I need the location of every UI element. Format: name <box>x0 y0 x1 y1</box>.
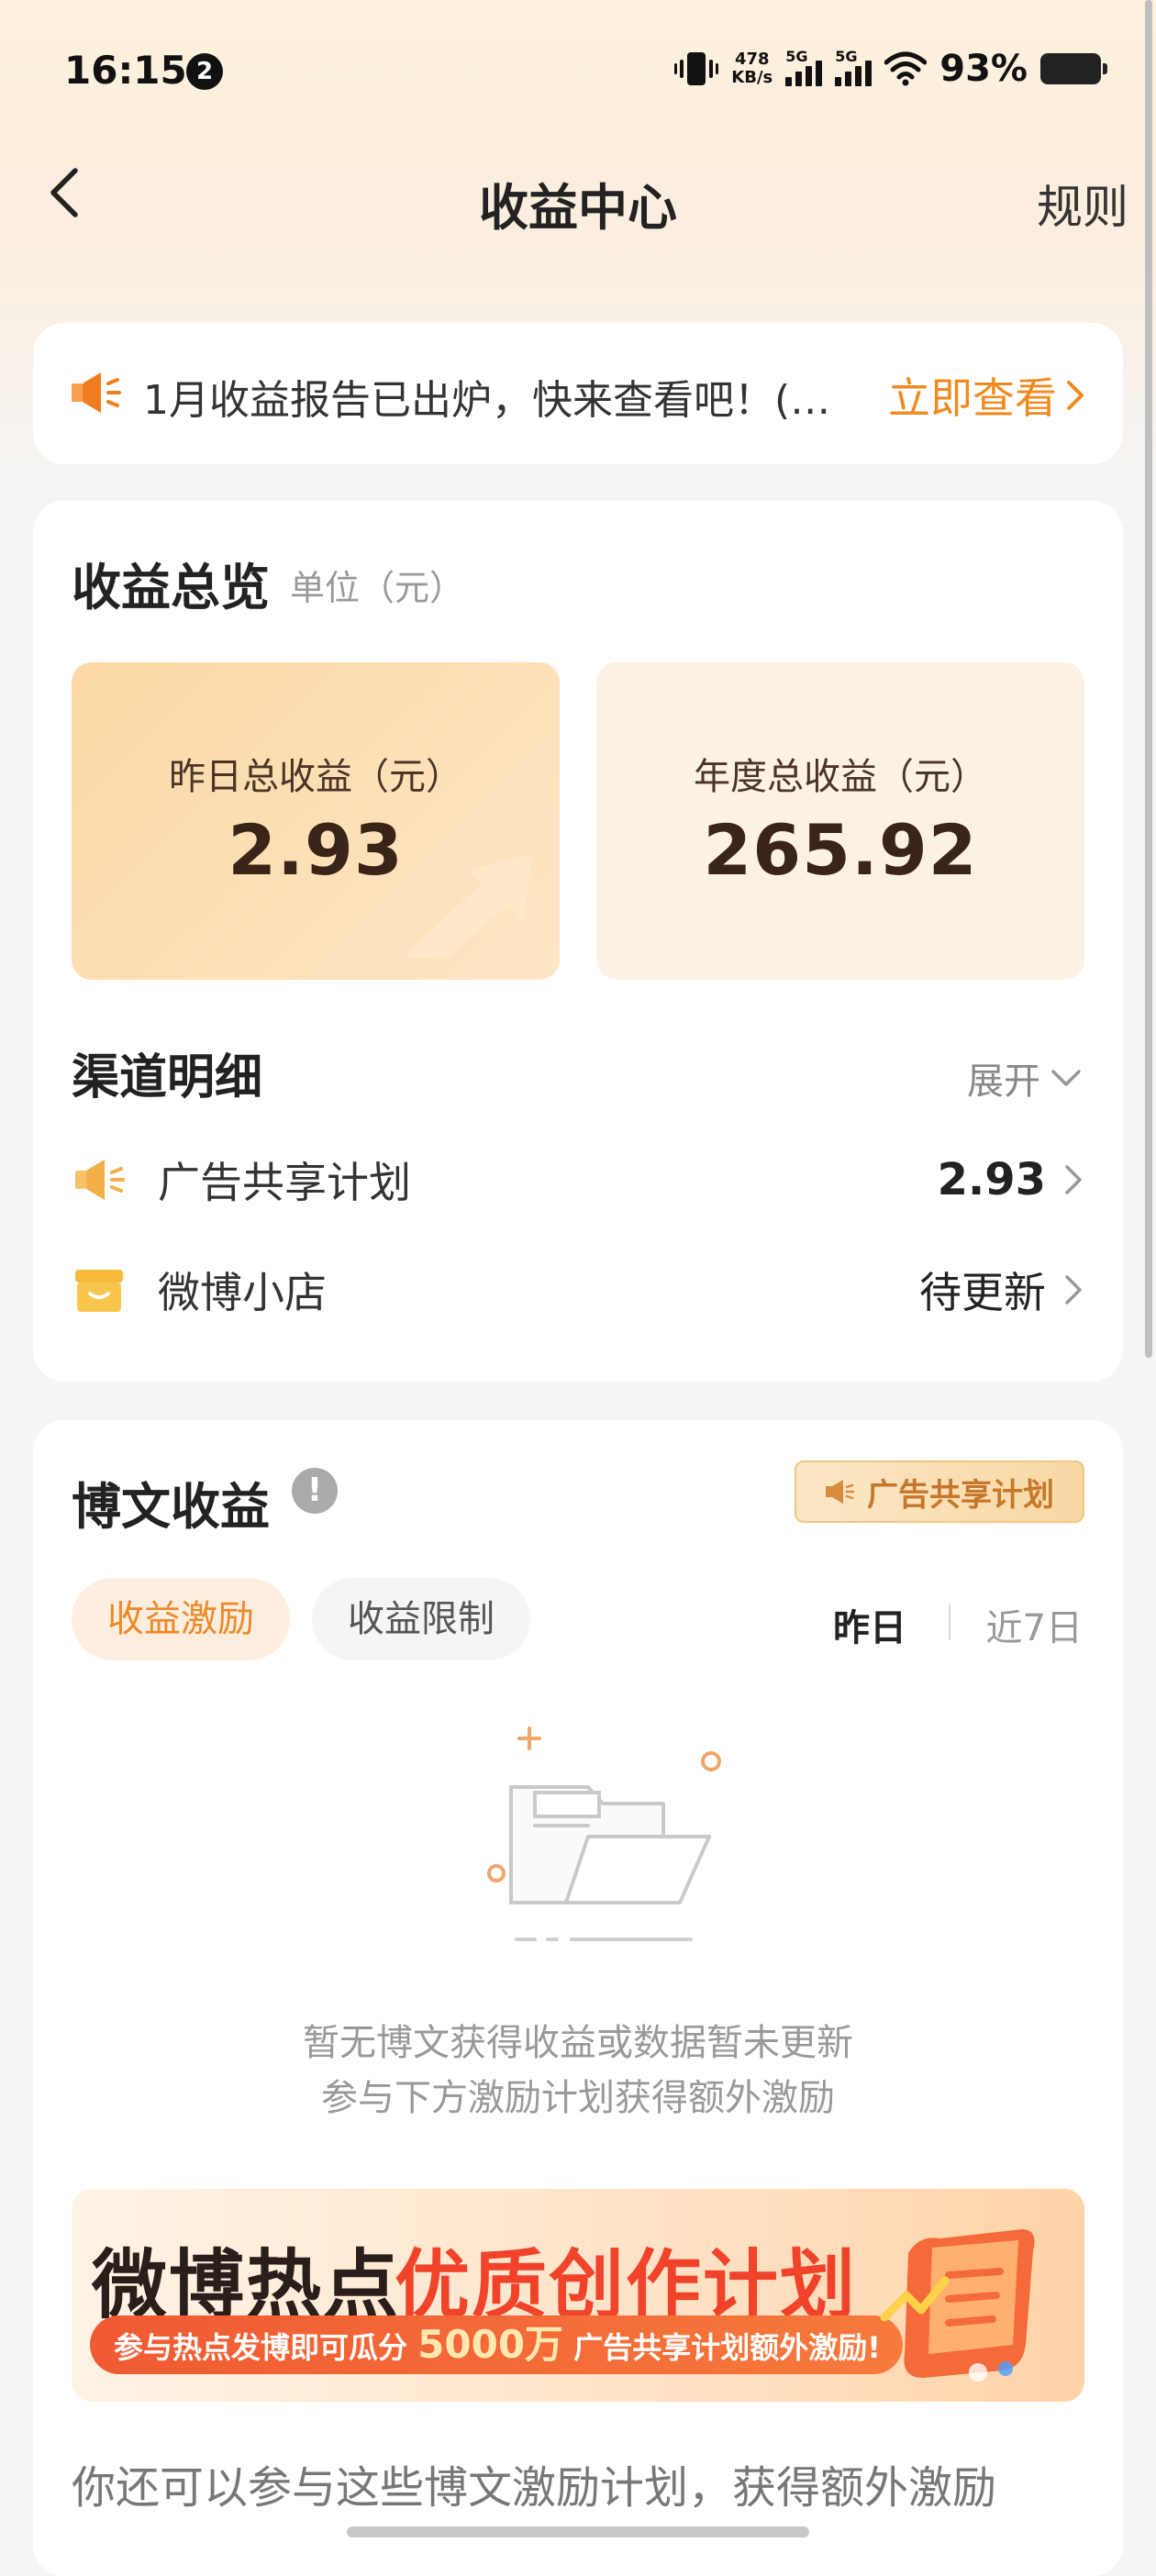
notice-text: 1月收益报告已出炉，快来查看吧！(… <box>143 377 831 424</box>
signal-icon-sim1: 5G <box>785 48 823 86</box>
empty-state-line-1: 暂无博文获得收益或数据暂未更新 <box>303 2022 853 2064</box>
banner-sub-post: 广告共享计划额外激励! <box>573 2330 881 2365</box>
megaphone-icon <box>72 372 121 413</box>
earnings-overview-card: 收益总览 单位（元） 昨日总收益（元） 2.93 年度总收益（元） 265.92… <box>33 501 1123 1382</box>
channel-details-title: 渠道明细 <box>72 1050 263 1105</box>
megaphone-icon <box>75 1160 125 1200</box>
chevron-right-icon <box>1065 1165 1082 1194</box>
sim1-label: 5G <box>785 48 808 65</box>
scrollbar[interactable] <box>1145 0 1152 1358</box>
chevron-right-icon <box>1067 381 1084 410</box>
post-earnings-title: 博文收益 <box>72 1478 270 1536</box>
chevron-down-icon <box>1051 1070 1081 1086</box>
channel-row-ad-share[interactable]: 广告共享计划 2.93 <box>72 1134 1084 1226</box>
hot-topic-creation-banner[interactable]: 微博热点 优质创作计划 参与热点发博即可瓜分 5000万 广告共享计划额外激励! <box>72 2189 1084 2402</box>
view-now-link[interactable]: 立即查看 <box>888 365 1086 426</box>
channel-value: 2.93 <box>937 1154 1046 1205</box>
banner-sub-amount: 5000万 <box>417 2322 564 2367</box>
expand-label: 展开 <box>967 1060 1040 1103</box>
status-time: 16:15 <box>64 48 187 93</box>
more-incentives-text: 你还可以参与这些博文激励计划，获得额外激励 <box>72 2462 997 2514</box>
info-icon[interactable]: ! <box>292 1468 338 1514</box>
channel-value: 待更新 <box>919 1268 1046 1317</box>
network-speed-unit: KB/s <box>731 68 773 87</box>
overview-title: 收益总览 <box>72 559 270 616</box>
overview-unit: 单位（元） <box>290 568 465 608</box>
empty-folder-illustration <box>487 1727 721 1941</box>
signal-icon-sim2: 5G <box>835 48 873 86</box>
annual-earnings-tile[interactable]: 年度总收益（元） 265.92 <box>596 662 1084 980</box>
megaphone-icon <box>826 1480 855 1504</box>
notification-count-badge: 2 <box>186 53 223 90</box>
notice-banner[interactable]: 1月收益报告已出炉，快来查看吧！(… 立即查看 <box>33 323 1123 464</box>
yesterday-earnings-value: 2.93 <box>228 809 404 891</box>
network-speed-value: 478 <box>734 50 770 69</box>
network-speed: 478 KB/s <box>731 50 773 87</box>
sim2-label: 5G <box>835 48 858 65</box>
channel-row-weibo-shop[interactable]: 微博小店 待更新 <box>72 1244 1084 1336</box>
empty-state-line-2: 参与下方激励计划获得额外激励 <box>321 2077 835 2119</box>
ad-share-badge-label: 广告共享计划 <box>867 1476 1054 1514</box>
battery-icon <box>1040 53 1107 84</box>
range-yesterday[interactable]: 昨日 <box>833 1598 906 1651</box>
home-indicator[interactable] <box>347 2526 809 2537</box>
chevron-right-icon <box>1065 1275 1082 1305</box>
battery-percent: 93% <box>939 48 1028 90</box>
tab-earnings-incentive[interactable]: 收益激励 <box>72 1578 290 1660</box>
annual-earnings-value: 265.92 <box>703 809 978 891</box>
channel-name: 微博小店 <box>158 1268 327 1317</box>
range-7-days[interactable]: 近7日 <box>986 1598 1083 1651</box>
channel-name: 广告共享计划 <box>158 1158 411 1207</box>
rules-link[interactable]: 规则 <box>1037 171 1128 237</box>
vibrate-icon <box>674 52 719 85</box>
ad-share-badge[interactable]: 广告共享计划 <box>795 1460 1084 1523</box>
banner-sub-pre: 参与热点发博即可瓜分 <box>114 2330 408 2365</box>
expand-toggle[interactable]: 展开 <box>967 1051 1083 1105</box>
shop-icon <box>75 1270 123 1312</box>
status-icons: 478 KB/s 5G 5G 93% <box>674 48 1107 90</box>
range-divider <box>949 1604 950 1640</box>
tab-earnings-limit[interactable]: 收益限制 <box>312 1578 530 1660</box>
scroll-document-icon <box>880 2229 1035 2382</box>
post-earnings-card: 博文收益 ! 广告共享计划 收益激励 收益限制 昨日 近7日 暂无博文获得收益或… <box>33 1420 1123 2576</box>
banner-subtitle: 参与热点发博即可瓜分 5000万 广告共享计划额外激励! <box>90 2315 903 2374</box>
annual-earnings-label: 年度总收益（元） <box>694 756 987 798</box>
yesterday-earnings-label: 昨日总收益（元） <box>169 756 462 798</box>
yesterday-earnings-tile[interactable]: 昨日总收益（元） 2.93 <box>72 662 560 980</box>
page-title: 收益中心 <box>479 179 677 237</box>
view-now-label: 立即查看 <box>888 373 1057 423</box>
wifi-icon <box>884 51 928 86</box>
